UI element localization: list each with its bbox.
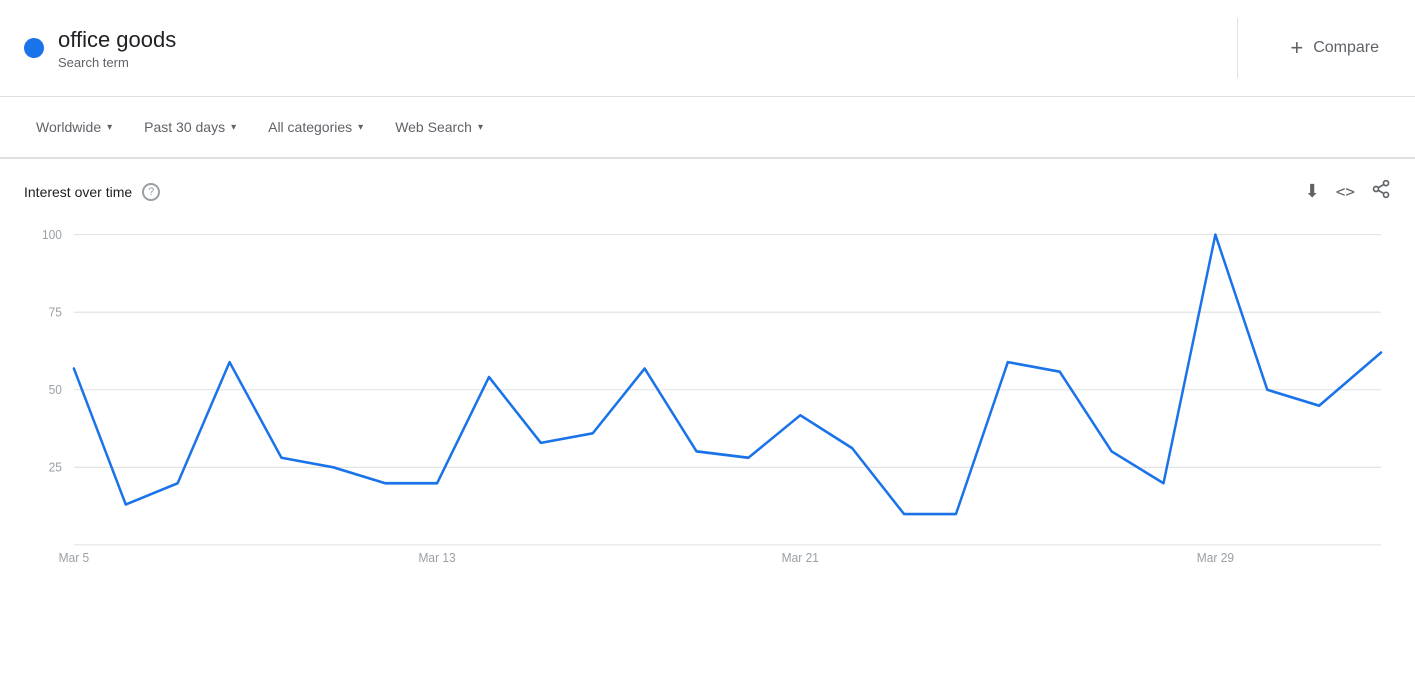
plus-icon: + — [1290, 35, 1303, 61]
region-dropdown[interactable]: Worldwide ▾ — [24, 111, 124, 143]
search-term-text: office goods Search term — [58, 27, 176, 70]
compare-button[interactable]: + Compare — [1278, 27, 1391, 69]
category-label: All categories — [268, 119, 352, 135]
term-name: office goods — [58, 27, 176, 53]
period-label: Past 30 days — [144, 119, 225, 135]
download-icon[interactable]: ⬇ — [1305, 181, 1320, 202]
chart-title-area: Interest over time ? — [24, 183, 160, 201]
search-type-label: Web Search — [395, 119, 472, 135]
embed-icon[interactable]: <> — [1336, 182, 1355, 201]
svg-text:100: 100 — [42, 228, 62, 242]
search-type-chevron-icon: ▾ — [478, 122, 483, 133]
svg-text:Mar 29: Mar 29 — [1197, 551, 1234, 564]
chart-section: Interest over time ? ⬇ <> — [0, 159, 1415, 574]
svg-text:Mar 5: Mar 5 — [59, 551, 90, 564]
chart-header: Interest over time ? ⬇ <> — [24, 179, 1391, 204]
header: office goods Search term + Compare — [0, 0, 1415, 97]
share-icon[interactable] — [1371, 179, 1391, 204]
chart-actions: ⬇ <> — [1305, 179, 1391, 204]
header-divider — [1237, 18, 1238, 78]
compare-label: Compare — [1313, 39, 1379, 57]
svg-text:50: 50 — [49, 383, 62, 397]
period-dropdown[interactable]: Past 30 days ▾ — [132, 111, 248, 143]
search-term-section: office goods Search term — [24, 27, 1197, 70]
help-symbol: ? — [148, 186, 154, 198]
chart-container: 100 75 50 25 Mar 5 Mar 13 Mar 21 Mar 29 — [24, 224, 1391, 564]
search-type-dropdown[interactable]: Web Search ▾ — [383, 111, 495, 143]
category-chevron-icon: ▾ — [358, 122, 363, 133]
svg-text:Mar 21: Mar 21 — [782, 551, 819, 564]
region-chevron-icon: ▾ — [107, 122, 112, 133]
category-dropdown[interactable]: All categories ▾ — [256, 111, 375, 143]
svg-text:25: 25 — [49, 460, 62, 474]
filters-bar: Worldwide ▾ Past 30 days ▾ All categorie… — [0, 97, 1415, 159]
term-label: Search term — [58, 55, 176, 70]
interest-chart: 100 75 50 25 Mar 5 Mar 13 Mar 21 Mar 29 — [24, 224, 1391, 564]
search-term-indicator — [24, 38, 44, 58]
region-label: Worldwide — [36, 119, 101, 135]
svg-text:75: 75 — [49, 305, 62, 319]
help-icon[interactable]: ? — [142, 183, 160, 201]
svg-text:Mar 13: Mar 13 — [418, 551, 455, 564]
chart-title: Interest over time — [24, 184, 132, 200]
period-chevron-icon: ▾ — [231, 122, 236, 133]
